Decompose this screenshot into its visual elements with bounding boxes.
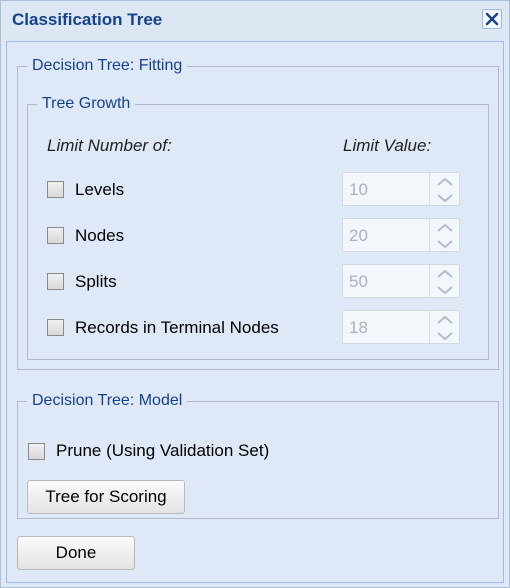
records-in-terminal-nodes-spinner-arrows[interactable] — [430, 310, 460, 344]
splits-spinner: 50 — [342, 264, 460, 298]
fitting-group: Decision Tree: Fitting Tree Growth Limit… — [17, 57, 499, 370]
chevron-down-icon[interactable] — [436, 193, 454, 203]
nodes-checkbox[interactable] — [47, 227, 64, 244]
limit-value-header: Limit Value: — [343, 136, 432, 155]
records-in-terminal-nodes-value-field[interactable]: 18 — [342, 310, 430, 344]
levels-spinner: 10 — [342, 172, 460, 206]
nodes-label: Nodes — [75, 226, 125, 245]
limit-number-header: Limit Number of: — [47, 136, 172, 155]
nodes-value-field[interactable]: 20 — [342, 218, 430, 252]
chevron-down-icon[interactable] — [436, 285, 454, 295]
prune-checkbox[interactable] — [28, 443, 45, 460]
splits-spinner-arrows[interactable] — [430, 264, 460, 298]
close-button[interactable] — [482, 9, 502, 29]
levels-label: Levels — [75, 180, 125, 199]
splits-label: Splits — [75, 272, 117, 291]
splits-value-field[interactable]: 50 — [342, 264, 430, 298]
chevron-down-icon[interactable] — [436, 331, 454, 341]
records-in-terminal-nodes-checkbox[interactable] — [47, 319, 64, 336]
dialog-body: Decision Tree: Fitting Tree Growth Limit… — [6, 41, 504, 583]
chevron-down-icon[interactable] — [436, 239, 454, 249]
tree-growth-group: Tree Growth Limit Number of: Limit Value… — [27, 95, 489, 360]
close-icon — [485, 12, 499, 26]
tree-growth-legend: Tree Growth — [42, 95, 131, 112]
chevron-up-icon[interactable] — [436, 269, 454, 279]
levels-checkbox[interactable] — [47, 181, 64, 198]
splits-checkbox[interactable] — [47, 273, 64, 290]
levels-spinner-arrows[interactable] — [430, 172, 460, 206]
dialog-title: Classification Tree — [12, 10, 163, 29]
model-group: Decision Tree: Model Prune (Using Valida… — [17, 392, 499, 519]
chevron-up-icon[interactable] — [436, 315, 454, 325]
records-in-terminal-nodes-spinner: 18 — [342, 310, 460, 344]
fitting-legend: Decision Tree: Fitting — [32, 57, 183, 74]
title-bar: Classification Tree — [1, 1, 509, 39]
classification-tree-dialog: Classification Tree Decision Tree: Fitti… — [0, 0, 510, 588]
chevron-up-icon[interactable] — [436, 177, 454, 187]
prune-label: Prune (Using Validation Set) — [56, 441, 270, 460]
records-in-terminal-nodes-label: Records in Terminal Nodes — [75, 318, 279, 337]
nodes-spinner-arrows[interactable] — [430, 218, 460, 252]
done-button[interactable]: Done — [17, 536, 135, 570]
tree-for-scoring-button[interactable]: Tree for Scoring — [27, 480, 185, 514]
chevron-up-icon[interactable] — [436, 223, 454, 233]
nodes-spinner: 20 — [342, 218, 460, 252]
levels-value-field[interactable]: 10 — [342, 172, 430, 206]
model-legend: Decision Tree: Model — [32, 392, 183, 409]
